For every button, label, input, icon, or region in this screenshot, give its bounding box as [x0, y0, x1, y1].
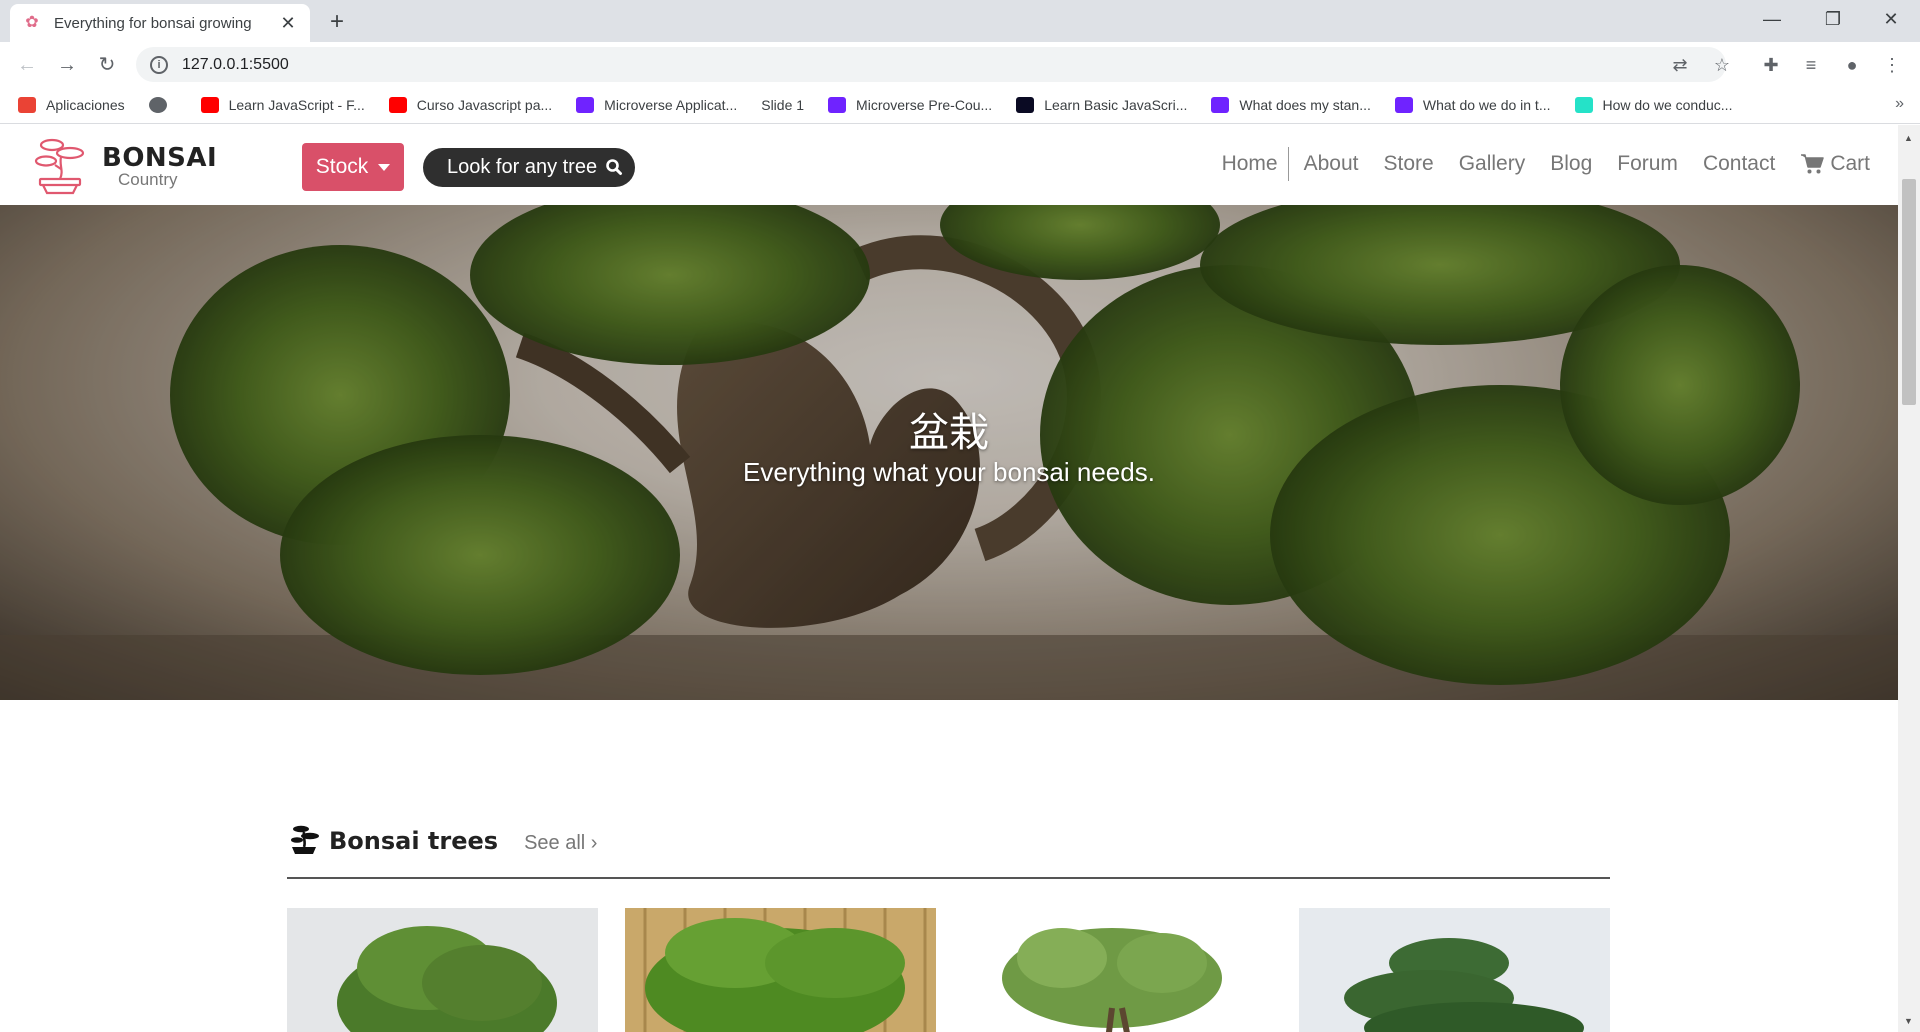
back-arrow-icon[interactable]: ← [13, 51, 41, 79]
tab-close-icon[interactable]: ✕ [278, 13, 298, 34]
brand-name: BONSAI [102, 142, 218, 173]
star-icon[interactable]: ☆ [1708, 51, 1736, 79]
site-info-icon[interactable]: i [150, 55, 168, 74]
menu-item-cart[interactable]: Cart [1800, 152, 1870, 176]
fcc-icon [1016, 97, 1035, 113]
minimize-button[interactable]: — [1752, 4, 1792, 34]
search-icon [606, 159, 622, 175]
product-image [625, 908, 936, 1032]
menu-item-blog[interactable]: Blog [1550, 152, 1592, 176]
bookmark-item[interactable]: How do we conduc... [1574, 97, 1733, 113]
main-menu: Home About Store Gallery Blog Forum Cont… [1197, 147, 1870, 181]
stock-label: Stock [315, 155, 369, 178]
m-icon [1574, 97, 1593, 113]
section-title: Bonsai trees [329, 827, 499, 855]
scroll-down-arrow-icon[interactable]: ▼ [1904, 1016, 1913, 1026]
url-text: 127.0.0.1:5500 [182, 55, 289, 73]
address-bar[interactable]: i 127.0.0.1:5500 [136, 47, 1726, 82]
microverse-icon [1211, 97, 1230, 113]
menu-divider [1287, 147, 1289, 181]
bonsai-favicon-icon: ✿ [25, 14, 39, 31]
new-tab-button[interactable]: + [322, 8, 352, 36]
bookmark-item[interactable]: Aplicaciones [18, 97, 125, 113]
menu-item-home[interactable]: Home [1222, 152, 1278, 176]
tree-search-button[interactable]: Look for any tree [423, 148, 635, 187]
hero-subtitle: Everything what your bonsai needs. [743, 457, 1155, 487]
cart-label: Cart [1830, 152, 1870, 175]
menu-item-forum[interactable]: Forum [1617, 152, 1678, 176]
restore-button[interactable]: ❐ [1813, 4, 1853, 34]
bookmark-item[interactable] [148, 97, 177, 113]
bonsai-tree-icon [291, 825, 319, 854]
bookmark-item[interactable]: Learn Basic JavaScri... [1016, 97, 1187, 113]
forward-arrow-icon[interactable]: → [53, 51, 81, 79]
close-window-button[interactable]: ✕ [1871, 4, 1911, 34]
hero-title: 盆栽 [909, 410, 989, 456]
bookmark-item[interactable]: Slide 1 [761, 97, 804, 113]
microverse-icon [1394, 97, 1413, 113]
bookmark-item[interactable]: Learn JavaScript - F... [200, 97, 365, 113]
browser-tab-bar: ✿ Everything for bonsai growing ✕ + — ❐ … [0, 0, 1920, 42]
globe-icon [148, 97, 167, 113]
bookmark-label: Microverse Applicat... [604, 97, 738, 113]
product-image [287, 908, 598, 1032]
menu-item-gallery[interactable]: Gallery [1459, 152, 1526, 176]
product-image [962, 908, 1273, 1032]
bookmark-item[interactable]: What do we do in t... [1394, 97, 1551, 113]
bookmark-item[interactable]: Microverse Pre-Cou... [828, 97, 992, 113]
bookmark-item[interactable]: What does my stan... [1211, 97, 1371, 113]
cart-icon [1801, 154, 1825, 174]
menu-item-about[interactable]: About [1304, 152, 1359, 176]
bookmark-label: Microverse Pre-Cou... [856, 97, 993, 113]
search-label: Look for any tree [447, 156, 598, 178]
profile-avatar-icon[interactable]: ● [1838, 51, 1866, 79]
youtube-icon [200, 97, 219, 113]
site-logo[interactable]: BONSAI Country [30, 135, 217, 197]
product-image [1299, 908, 1610, 1032]
apps-grid-icon [18, 97, 36, 113]
bonsai-trees-section-header: Bonsai trees See all › [287, 825, 1610, 855]
bookmarks-bar: Aplicaciones Learn JavaScript - F... Curso… [0, 87, 1920, 124]
bookmark-label: How do we conduc... [1602, 97, 1733, 113]
web-page: BONSAI Country Stock Look for any tree H… [0, 125, 1898, 1032]
bookmark-label: Aplicaciones [46, 97, 125, 113]
bookmark-item[interactable]: Microverse Applicat... [576, 97, 737, 113]
product-card[interactable] [625, 908, 936, 1032]
menu-item-contact[interactable]: Contact [1703, 152, 1775, 176]
bookmark-label: Slide 1 [761, 97, 805, 113]
extensions-puzzle-icon[interactable]: ✚ [1757, 51, 1785, 79]
more-menu-icon[interactable]: ⋮ [1878, 51, 1906, 79]
translate-icon[interactable]: ⇄ [1666, 51, 1694, 79]
browser-toolbar: ← → ↻ i 127.0.0.1:5500 ⇄ ☆ ✚ ≡ ● ⋮ [0, 42, 1920, 87]
bookmark-label: Learn Basic JavaScri... [1044, 97, 1188, 113]
stock-dropdown-button[interactable]: Stock [302, 143, 404, 191]
microverse-icon [828, 97, 847, 113]
see-all-link[interactable]: See all › [524, 832, 597, 855]
microverse-icon [576, 97, 595, 113]
bookmarks-overflow-icon[interactable]: » [1895, 95, 1904, 113]
product-card[interactable] [287, 908, 598, 1032]
bookmark-label: Learn JavaScript - F... [228, 97, 365, 113]
tab-title: Everything for bonsai growing [54, 14, 252, 32]
bookmark-label: What do we do in t... [1422, 97, 1551, 113]
bookmark-item[interactable]: Curso Javascript pa... [388, 97, 553, 113]
bonsai-logo-icon [34, 138, 85, 195]
media-playlist-icon[interactable]: ≡ [1797, 51, 1825, 79]
scroll-up-arrow-icon[interactable]: ▲ [1904, 133, 1913, 143]
youtube-icon [388, 97, 407, 113]
product-card[interactable] [1299, 908, 1610, 1032]
page-scrollbar[interactable]: ▲ ▼ [1898, 125, 1920, 1032]
bookmark-label: What does my stan... [1239, 97, 1371, 113]
browser-tab[interactable]: ✿ Everything for bonsai growing ✕ [10, 4, 310, 42]
caret-down-icon [378, 163, 391, 171]
hero-banner: 盆栽 Everything what your bonsai needs. [0, 205, 1898, 700]
brand-subtitle: Country [118, 169, 178, 189]
section-divider [287, 877, 1610, 879]
reload-icon[interactable]: ↻ [93, 51, 121, 79]
bookmark-label: Curso Javascript pa... [416, 97, 553, 113]
site-navbar: BONSAI Country Stock Look for any tree H… [0, 125, 1898, 205]
scrollbar-thumb[interactable] [1902, 179, 1916, 405]
product-card[interactable] [962, 908, 1273, 1032]
menu-item-store[interactable]: Store [1383, 152, 1433, 176]
